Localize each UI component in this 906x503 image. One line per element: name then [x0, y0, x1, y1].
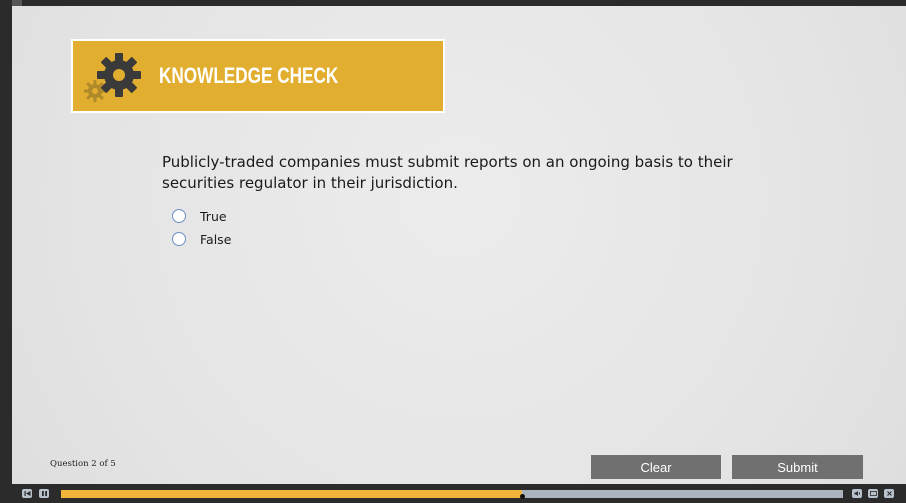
submit-button[interactable]: Submit — [732, 455, 863, 479]
progress-fill — [61, 490, 523, 498]
captions-icon[interactable] — [868, 489, 878, 498]
radio-button[interactable] — [172, 232, 186, 246]
progress-bar[interactable] — [61, 490, 843, 498]
playhead-handle[interactable] — [519, 494, 525, 499]
gear-icon — [97, 53, 141, 97]
close-icon[interactable] — [884, 489, 894, 498]
banner-title: KNOWLEDGE CHECK — [159, 63, 339, 88]
option-false[interactable]: False — [172, 229, 231, 249]
play-pause-icon[interactable] — [39, 489, 49, 498]
knowledge-check-banner: KNOWLEDGE CHECK — [71, 39, 445, 113]
window-left-border — [0, 0, 12, 503]
option-label: True — [200, 208, 227, 224]
question-counter: Question 2 of 5 — [50, 459, 116, 469]
slide-stage: KNOWLEDGE CHECK Publicly-traded companie… — [12, 6, 906, 484]
rewind-icon[interactable] — [22, 489, 32, 498]
question-text: Publicly-traded companies must submit re… — [162, 153, 733, 192]
volume-icon[interactable] — [852, 489, 862, 498]
clear-button[interactable]: Clear — [591, 455, 721, 479]
option-true[interactable]: True — [172, 206, 227, 226]
option-label: False — [200, 231, 232, 247]
player-controls-bar — [0, 484, 906, 503]
radio-button[interactable] — [172, 209, 186, 223]
